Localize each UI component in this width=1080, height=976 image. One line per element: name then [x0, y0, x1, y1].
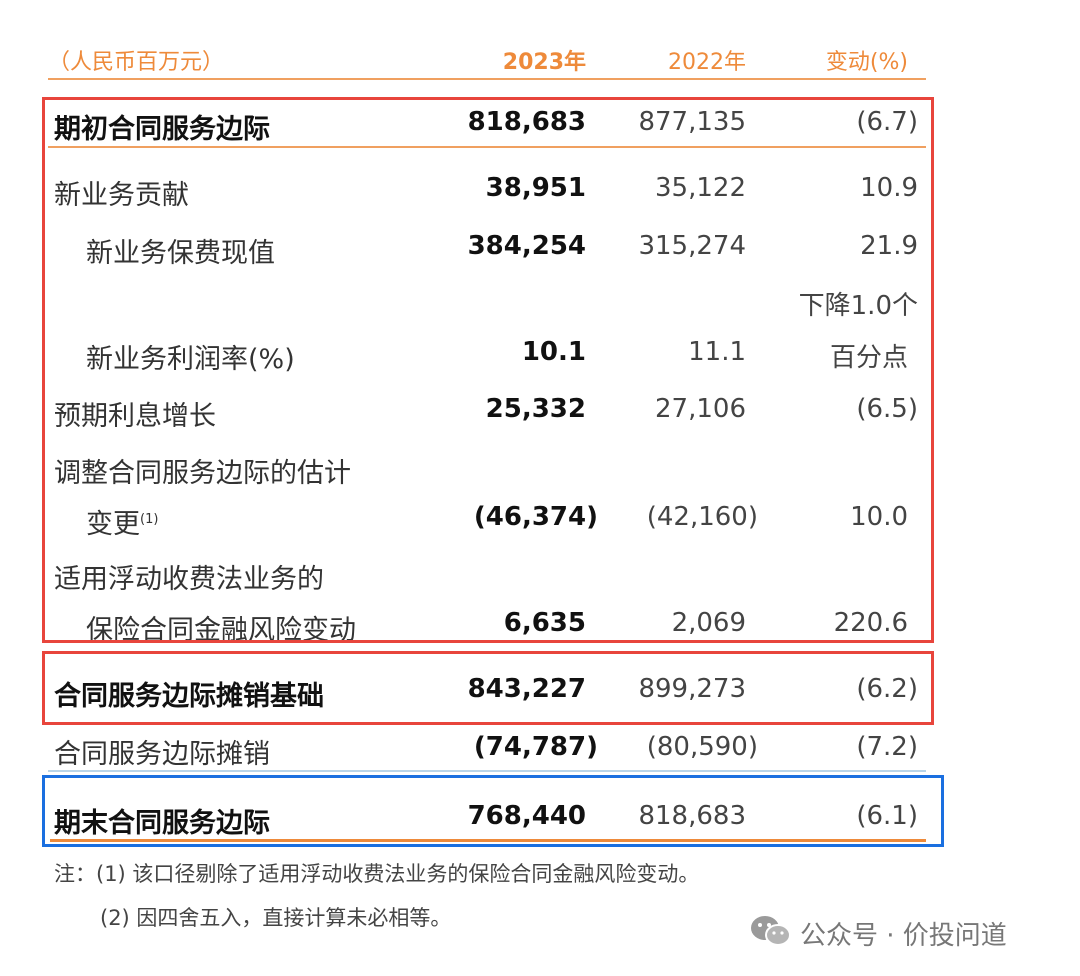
highlight-box-red	[42, 651, 934, 725]
watermark-text: 公众号 · 价投问道	[800, 921, 1007, 951]
column-header-2023: 2023年	[502, 50, 586, 75]
column-header-2022: 2022年	[668, 50, 746, 75]
header-divider	[48, 78, 926, 80]
value-change: (7.2)	[856, 732, 918, 762]
row-label: 合同服务边际摊销	[54, 739, 270, 770]
wechat-icon	[750, 914, 792, 952]
value-2022: (80,590)	[646, 732, 758, 762]
column-header-change: 变动(%)	[825, 50, 908, 75]
footnote-2: (2) 因四舍五入，直接计算未必相等。	[100, 906, 452, 930]
highlight-box-blue	[42, 775, 944, 847]
row-divider	[48, 770, 926, 772]
highlight-box-red	[42, 97, 934, 643]
footnote-1: 注：(1) 该口径剔除了适用浮动收费法业务的保险合同金融风险变动。	[54, 862, 700, 886]
unit-label: （人民币百万元）	[48, 50, 225, 75]
value-2023: (74,787)	[473, 732, 598, 762]
